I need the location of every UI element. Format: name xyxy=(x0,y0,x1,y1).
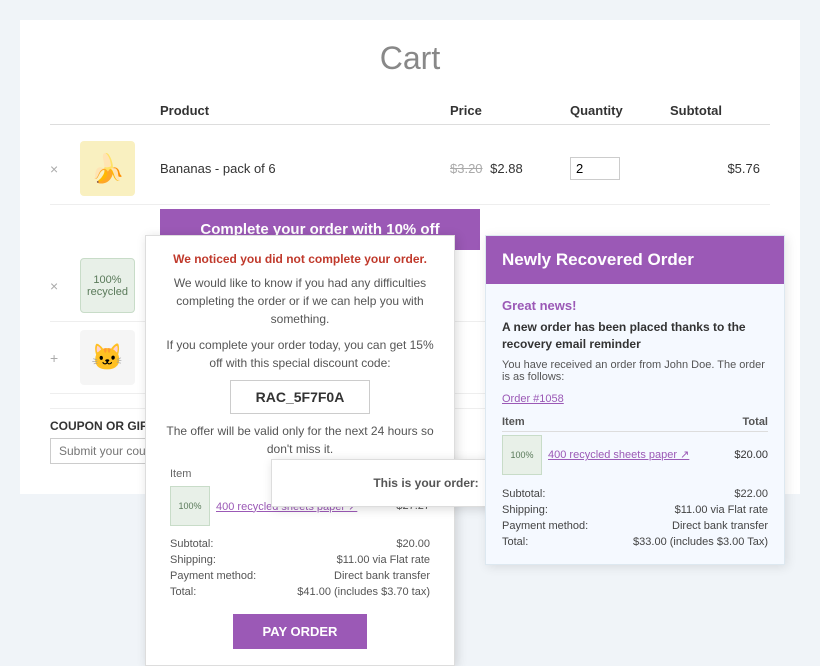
recovery-sub-desc: You have received an order from John Doe… xyxy=(502,359,768,383)
rec-payment-row: Payment method: Direct bank transfer xyxy=(502,518,768,534)
col-product: Product xyxy=(160,103,450,118)
order-link[interactable]: Order #1058 xyxy=(502,393,564,405)
col-image xyxy=(80,103,160,118)
recovered-panel-body: Great news! A new order has been placed … xyxy=(486,284,784,564)
product-image: 100%recycled xyxy=(80,258,135,313)
discount-code: RAC_5F7F0A xyxy=(230,380,370,414)
total-row: Total: $41.00 (includes $3.70 tax) xyxy=(166,584,434,600)
page-title: Cart xyxy=(50,40,770,77)
price-old: $3.20 xyxy=(450,161,483,176)
product-image: 🍌 xyxy=(80,141,135,196)
popup-body2: If you complete your order today, you ca… xyxy=(166,336,434,372)
recovery-desc: A new order has been placed thanks to th… xyxy=(502,319,768,353)
rec-total-row: Total: $33.00 (includes $3.00 Tax) xyxy=(502,534,768,550)
price-new: $2.88 xyxy=(490,161,523,176)
col-remove xyxy=(50,103,80,118)
subtotal-value: $5.76 xyxy=(670,161,770,176)
product-image: 🐱 xyxy=(80,330,135,385)
email-recovery-popup: We noticed you did not complete your ord… xyxy=(145,235,455,666)
page-wrapper: Cart Product Price Quantity Subtotal × 🍌… xyxy=(20,20,800,494)
remove-button[interactable]: × xyxy=(50,161,80,177)
col-price: Price xyxy=(450,103,570,118)
col-subtotal: Subtotal xyxy=(670,103,770,118)
good-news-label: Great news! xyxy=(502,298,768,313)
cart-table-header: Product Price Quantity Subtotal xyxy=(50,97,770,125)
recovered-order-panel: Newly Recovered Order Great news! A new … xyxy=(485,235,785,565)
rec-product-price: $20.00 xyxy=(727,431,768,478)
popup-body1: We would like to know if you had any dif… xyxy=(166,274,434,328)
product-price: $3.20 $2.88 xyxy=(450,161,570,176)
recovered-order-table: Item Total 100% 400 recycled sheets pape… xyxy=(502,413,768,478)
recovered-panel-header: Newly Recovered Order xyxy=(486,236,784,284)
rec-product-link[interactable]: 400 recycled sheets paper ↗ xyxy=(548,448,689,461)
quantity-cell xyxy=(570,157,670,180)
col-quantity: Quantity xyxy=(570,103,670,118)
remove-button[interactable]: × xyxy=(50,278,80,294)
popup-notice: We noticed you did not complete your ord… xyxy=(166,252,434,266)
mini-product-image: 100% xyxy=(170,486,210,526)
product-name: Bananas - pack of 6 xyxy=(160,161,450,176)
payment-row: Payment method: Direct bank transfer xyxy=(166,568,434,584)
rec-shipping-row: Shipping: $11.00 via Flat rate xyxy=(502,502,768,518)
rec-item-header: Item xyxy=(502,413,727,432)
shipping-row: Shipping: $11.00 via Flat rate xyxy=(166,552,434,568)
quantity-input[interactable] xyxy=(570,157,620,180)
rec-product-image: 100% xyxy=(502,435,542,475)
table-row: × 🍌 Bananas - pack of 6 $3.20 $2.88 $5.7… xyxy=(50,133,770,205)
subtotal-row: Subtotal: $20.00 xyxy=(166,536,434,552)
popup-validity: The offer will be valid only for the nex… xyxy=(166,422,434,458)
rec-product-row: 100% 400 recycled sheets paper ↗ $20.00 xyxy=(502,431,768,478)
remove-button[interactable]: + xyxy=(50,350,80,366)
rec-total-header: Total xyxy=(727,413,768,432)
pay-order-button[interactable]: PAY ORDER xyxy=(233,614,368,649)
rec-subtotal-row: Subtotal: $22.00 xyxy=(502,486,768,502)
